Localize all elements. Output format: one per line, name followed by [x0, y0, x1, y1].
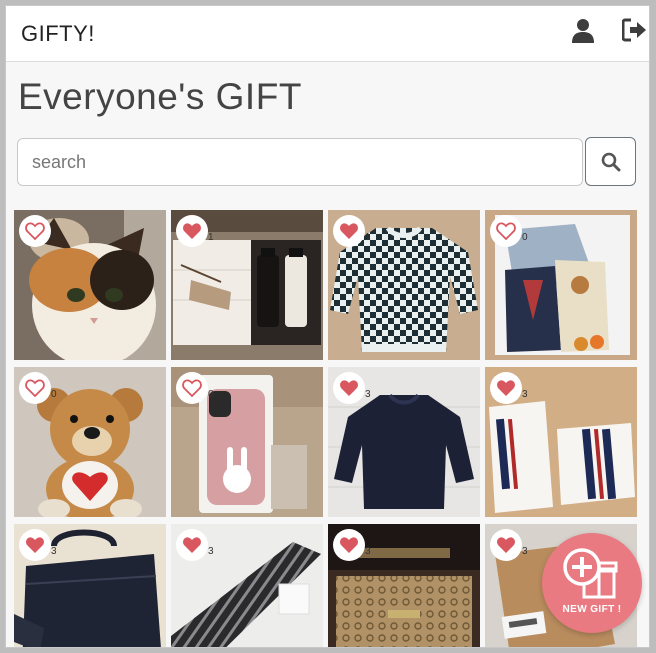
like-button[interactable]	[176, 215, 208, 247]
heart-filled-icon	[497, 537, 515, 553]
brand-logo[interactable]: GIFTY!	[21, 21, 95, 47]
search-bar	[17, 137, 636, 187]
gift-card[interactable]: 3	[14, 524, 166, 647]
like-count: 3	[522, 389, 528, 400]
like-count: 0	[51, 389, 57, 400]
logout-icon[interactable]	[621, 18, 649, 46]
gift-card[interactable]: 0	[14, 210, 166, 360]
heart-outline-icon	[25, 222, 45, 240]
like-button[interactable]	[490, 372, 522, 404]
search-input[interactable]	[17, 138, 583, 186]
heart-filled-icon	[26, 537, 44, 553]
gift-card[interactable]: 1	[171, 210, 323, 360]
heart-filled-icon	[183, 223, 201, 239]
like-button[interactable]	[176, 529, 208, 561]
gift-card[interactable]: 1	[328, 210, 480, 360]
like-count: 0	[208, 389, 214, 400]
add-gift-icon	[563, 548, 618, 599]
gift-card[interactable]: 0	[171, 367, 323, 517]
gift-card[interactable]: 3	[171, 524, 323, 647]
gift-card[interactable]: 3	[485, 367, 637, 517]
page-title: Everyone's GIFT	[18, 76, 302, 117]
heart-filled-icon	[340, 380, 358, 396]
like-button[interactable]	[19, 529, 51, 561]
like-button[interactable]	[19, 372, 51, 404]
heart-outline-icon	[25, 379, 45, 397]
like-count: 1	[365, 232, 371, 243]
like-button[interactable]	[490, 215, 522, 247]
like-button[interactable]	[333, 372, 365, 404]
like-count: 3	[522, 546, 528, 557]
heart-outline-icon	[496, 222, 516, 240]
gift-card[interactable]: 3	[328, 367, 480, 517]
search-icon	[601, 152, 621, 172]
gift-card[interactable]: 3	[328, 524, 480, 647]
like-button[interactable]	[490, 529, 522, 561]
like-count: 3	[51, 546, 57, 557]
gift-card[interactable]: 0	[485, 210, 637, 360]
like-button[interactable]	[176, 372, 208, 404]
like-button[interactable]	[19, 215, 51, 247]
search-button[interactable]	[585, 137, 636, 186]
heart-filled-icon	[340, 223, 358, 239]
like-count: 3	[365, 389, 371, 400]
user-icon[interactable]	[571, 18, 599, 46]
navbar: GIFTY!	[6, 6, 649, 62]
gift-card[interactable]: 0	[14, 367, 166, 517]
heart-filled-icon	[340, 537, 358, 553]
new-gift-button[interactable]: NEW GIFT !	[542, 533, 642, 633]
like-button[interactable]	[333, 215, 365, 247]
like-count: 1	[208, 232, 214, 243]
app-window: GIFTY! Everyone's GIFT search 0 1 1 0 0 …	[5, 5, 650, 648]
heart-filled-icon	[497, 380, 515, 396]
like-button[interactable]	[333, 529, 365, 561]
like-count: 0	[522, 232, 528, 243]
new-gift-label: NEW GIFT !	[562, 604, 622, 615]
like-count: 3	[208, 546, 214, 557]
heart-outline-icon	[182, 379, 202, 397]
heart-filled-icon	[183, 537, 201, 553]
like-count: 0	[51, 232, 57, 243]
like-count: 3	[365, 546, 371, 557]
